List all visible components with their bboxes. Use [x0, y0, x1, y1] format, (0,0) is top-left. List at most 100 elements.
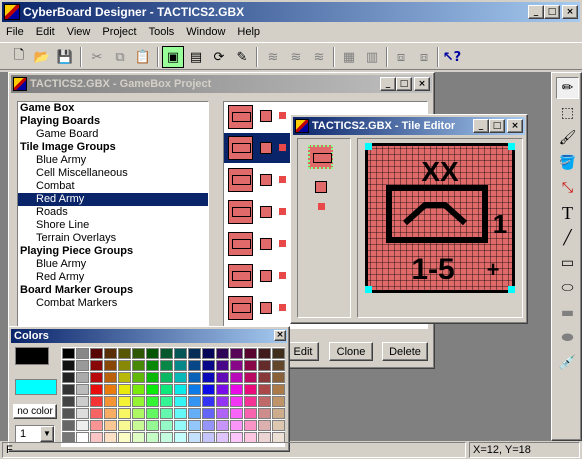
palette-color-cell[interactable] [202, 372, 215, 383]
tile-row-2-small[interactable] [279, 144, 286, 151]
color-change-icon[interactable]: ⤡ [556, 177, 579, 199]
palette-color-cell[interactable] [258, 372, 271, 383]
palette-color-cell[interactable] [230, 372, 243, 383]
tree-item-tile-image-groups[interactable]: Tile Image Groups [18, 141, 208, 154]
palette-color-cell[interactable] [90, 384, 103, 395]
palette-color-cell[interactable] [216, 372, 229, 383]
palette-color-cell[interactable] [146, 360, 159, 371]
menu-window[interactable]: Window [180, 24, 231, 40]
palette-color-cell[interactable] [272, 408, 285, 419]
tree-item-combat-markers[interactable]: Combat Markers [18, 297, 208, 310]
palette-color-cell[interactable] [258, 384, 271, 395]
palette-color-cell[interactable] [160, 384, 173, 395]
tree-item-roads[interactable]: Roads [18, 206, 208, 219]
palette-color-cell[interactable] [202, 384, 215, 395]
colors-close-button[interactable]: × [274, 330, 286, 341]
palette-color-cell[interactable] [258, 420, 271, 431]
tile-preview-medium[interactable] [315, 181, 327, 193]
palette-color-cell[interactable] [132, 372, 145, 383]
line-icon[interactable]: ╱ [556, 227, 579, 249]
palette-color-cell[interactable] [188, 384, 201, 395]
palette-color-cell[interactable] [188, 348, 201, 359]
tree-item-playing-boards[interactable]: Playing Boards [18, 115, 208, 128]
tile-row-6-small[interactable] [279, 272, 286, 279]
edit-tile-icon[interactable]: ✎ [231, 46, 253, 68]
tile-row-1-large[interactable] [228, 105, 253, 129]
palette-color-cell[interactable] [62, 360, 75, 371]
palette-color-cell[interactable] [132, 396, 145, 407]
palette-color-cell[interactable] [258, 348, 271, 359]
foreground-color-swatch[interactable] [15, 347, 49, 365]
palette-color-cell[interactable] [104, 360, 117, 371]
palette-color-cell[interactable] [118, 372, 131, 383]
palette-color-cell[interactable] [272, 420, 285, 431]
palette-color-cell[interactable] [62, 408, 75, 419]
palette-color-cell[interactable] [76, 408, 89, 419]
palette-color-cell[interactable] [104, 372, 117, 383]
tile-row-4-small[interactable] [279, 208, 286, 215]
palette-color-cell[interactable] [160, 408, 173, 419]
filled-ellipse-icon[interactable]: ⬬ [556, 327, 579, 349]
palette-color-cell[interactable] [188, 420, 201, 431]
clone-button[interactable]: Clone [329, 342, 373, 361]
tile-row-3-small[interactable] [279, 176, 286, 183]
palette-color-cell[interactable] [90, 420, 103, 431]
tile-row-7-large[interactable] [228, 296, 253, 320]
palette-color-cell[interactable] [76, 360, 89, 371]
palette-color-cell[interactable] [230, 408, 243, 419]
palette-color-cell[interactable] [160, 348, 173, 359]
menu-tools[interactable]: Tools [143, 24, 181, 40]
close-button[interactable]: × [562, 5, 578, 19]
palette-color-cell[interactable] [132, 360, 145, 371]
grid-snap-icon[interactable]: ▥ [361, 46, 383, 68]
tile-row-5-small[interactable] [279, 240, 286, 247]
grid-icon[interactable]: ▦ [338, 46, 360, 68]
palette-color-cell[interactable] [90, 348, 103, 359]
palette-color-cell[interactable] [160, 420, 173, 431]
text-icon[interactable]: T [556, 202, 579, 224]
palette-color-cell[interactable] [174, 372, 187, 383]
filled-rect-icon[interactable]: ▬ [556, 302, 579, 324]
palette-color-cell[interactable] [188, 372, 201, 383]
palette-color-cell[interactable] [160, 396, 173, 407]
palette-color-cell[interactable] [118, 348, 131, 359]
palette-color-cell[interactable] [118, 408, 131, 419]
palette-color-cell[interactable] [62, 372, 75, 383]
palette-color-cell[interactable] [230, 348, 243, 359]
color-grid[interactable] [61, 347, 285, 447]
palette-color-cell[interactable] [146, 348, 159, 359]
palette-color-cell[interactable] [174, 420, 187, 431]
line-width-dropdown-icon[interactable]: ▼ [40, 426, 54, 442]
palette-color-cell[interactable] [272, 396, 285, 407]
tree-item-shore-line[interactable]: Shore Line [18, 219, 208, 232]
menu-edit[interactable]: Edit [30, 24, 61, 40]
tile-row-2-large[interactable] [228, 136, 253, 160]
palette-color-cell[interactable] [90, 396, 103, 407]
palette-color-cell[interactable] [244, 408, 257, 419]
tile-preview-large[interactable] [308, 145, 333, 169]
delete-button[interactable]: Delete [382, 342, 428, 361]
gamebox-maximize-button[interactable]: □ [396, 77, 412, 91]
tile-pixel-canvas[interactable]: XX 1 1-5 + [365, 143, 515, 293]
tree-item-game-box[interactable]: Game Box [18, 102, 208, 115]
tile-view-icon[interactable]: ▤ [185, 46, 207, 68]
palette-color-cell[interactable] [174, 384, 187, 395]
palette-color-cell[interactable] [230, 420, 243, 431]
palette-color-cell[interactable] [244, 360, 257, 371]
palette-color-cell[interactable] [244, 372, 257, 383]
eyedropper-icon[interactable]: 💉 [556, 352, 579, 374]
palette-color-cell[interactable] [160, 372, 173, 383]
palette-color-cell[interactable] [174, 348, 187, 359]
tree-item-blue-army-pieces[interactable]: Blue Army [18, 258, 208, 271]
palette-color-cell[interactable] [244, 396, 257, 407]
palette-color-cell[interactable] [118, 420, 131, 431]
palette-color-cell[interactable] [104, 420, 117, 431]
palette-color-cell[interactable] [90, 372, 103, 383]
ellipse-icon[interactable]: ⬭ [556, 277, 579, 299]
palette-color-cell[interactable] [188, 360, 201, 371]
palette-color-cell[interactable] [146, 420, 159, 431]
new-file-icon[interactable]: 🗋 [8, 46, 30, 68]
tile-preview-small[interactable] [318, 203, 325, 210]
palette-color-cell[interactable] [104, 408, 117, 419]
palette-color-cell[interactable] [272, 348, 285, 359]
